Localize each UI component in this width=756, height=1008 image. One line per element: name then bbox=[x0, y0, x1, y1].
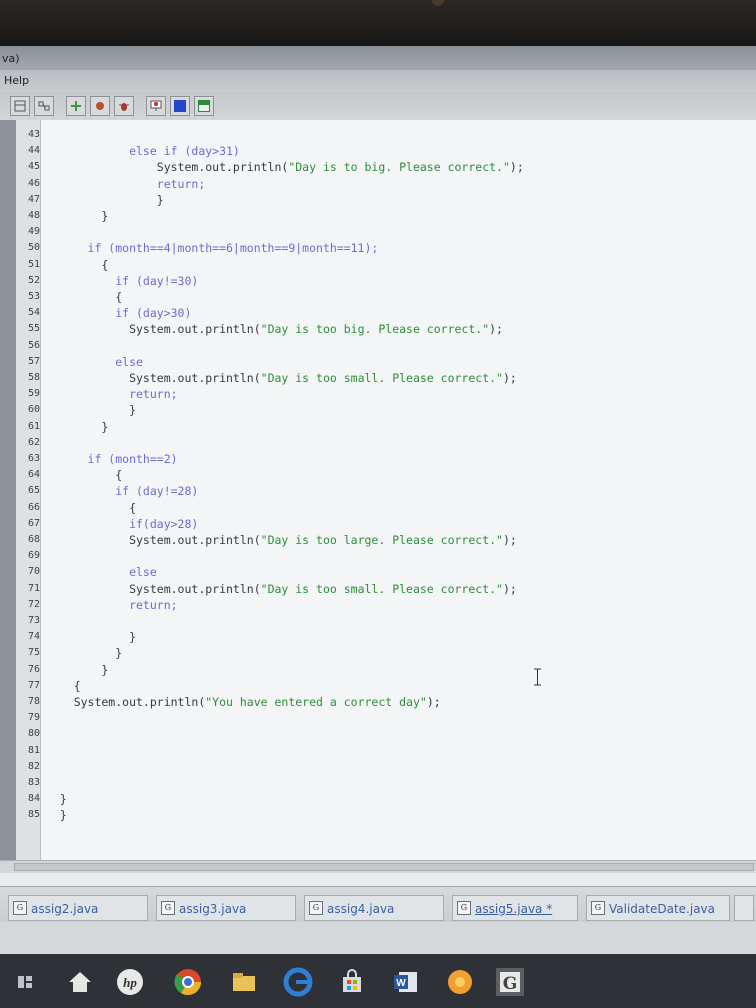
code-line: } bbox=[46, 419, 109, 434]
tab-label: assig4.java bbox=[327, 902, 395, 916]
menu-bar: Help bbox=[0, 70, 756, 92]
code-line: else bbox=[46, 354, 143, 369]
code-line: { bbox=[46, 468, 123, 483]
text-cursor-icon bbox=[534, 668, 541, 686]
toolbar bbox=[0, 92, 756, 121]
add-button[interactable] bbox=[66, 96, 86, 116]
code-line: else bbox=[46, 565, 157, 580]
blue-square-icon bbox=[174, 100, 186, 112]
panel-button[interactable] bbox=[194, 96, 214, 116]
edge-icon[interactable] bbox=[282, 966, 314, 998]
code-line: { bbox=[46, 500, 137, 515]
code-editor[interactable]: 43 44 45 46 47 48 49 50 51 52 53 54 55 56 57 58 59 60 61 62… bbox=[0, 120, 756, 860]
code-line: return; bbox=[46, 387, 178, 402]
code-line: } bbox=[46, 209, 109, 223]
greenfoot-class-icon: G bbox=[161, 901, 175, 915]
scrollbar-thumb[interactable] bbox=[14, 863, 754, 871]
code-line: System.out.println("Day is too big. Plea… bbox=[46, 322, 503, 337]
code-line: if (day!=30) bbox=[46, 273, 199, 288]
code-line: System.out.println("Day is too small. Pl… bbox=[46, 581, 517, 596]
tab-label: assig2.java bbox=[31, 902, 99, 916]
editor-tab[interactable]: Gassig2.java bbox=[8, 895, 148, 921]
task-view-icon[interactable] bbox=[10, 966, 42, 998]
code-line: else if (day>31) bbox=[46, 144, 240, 159]
window-title: va) bbox=[2, 52, 20, 65]
file-explorer-icon[interactable] bbox=[228, 966, 260, 998]
debug-button[interactable] bbox=[114, 96, 134, 116]
greenfoot-class-icon: G bbox=[309, 901, 323, 915]
svg-text:hp: hp bbox=[123, 975, 137, 990]
code-line: } bbox=[46, 403, 137, 418]
code-text-area[interactable]: else if (day>31) System.out.println("Day… bbox=[42, 120, 756, 860]
code-line: } bbox=[46, 630, 137, 645]
code-line: System.out.println("Day is to big. Pleas… bbox=[46, 160, 524, 175]
greenfoot-class-icon: G bbox=[457, 901, 471, 915]
code-line: if (month==2) bbox=[46, 452, 178, 466]
step-button[interactable] bbox=[90, 96, 110, 116]
window-titlebar: va) bbox=[0, 46, 756, 70]
webcam-light bbox=[432, 0, 444, 6]
add-icon bbox=[71, 101, 81, 111]
code-line: if(day>28) bbox=[46, 516, 199, 531]
screen: va) Help 434445464748495051525 bbox=[0, 46, 756, 1008]
presentation-icon bbox=[150, 100, 162, 111]
editor-tab[interactable]: G ValidateDate.java bbox=[586, 895, 730, 921]
line-number-gutter: 43 44 45 46 47 48 49 50 51 52 53 54 55 56 57 58 59 60 61 62… bbox=[16, 120, 41, 860]
code-line: { bbox=[46, 290, 123, 304]
greenfoot-class-icon: G bbox=[591, 901, 605, 915]
orange-app-icon[interactable] bbox=[444, 966, 476, 998]
code-line: return; bbox=[46, 597, 178, 612]
class-diagram-button[interactable] bbox=[10, 96, 30, 116]
uml-icon bbox=[38, 101, 50, 111]
code-line: } bbox=[46, 792, 67, 807]
step-icon bbox=[96, 102, 104, 110]
code-line: { bbox=[46, 678, 81, 693]
uml-button[interactable] bbox=[34, 96, 54, 116]
green-panel-icon bbox=[198, 100, 210, 112]
editor-tab[interactable]: Gassig3.java bbox=[156, 895, 296, 921]
code-line: { bbox=[46, 257, 109, 272]
tab-label: ValidateDate.java bbox=[609, 902, 715, 916]
blue-square-button[interactable] bbox=[170, 96, 190, 116]
editor-left-strip bbox=[0, 120, 16, 860]
code-line: return; bbox=[46, 176, 206, 191]
greenfoot-class-icon: G bbox=[13, 901, 27, 915]
editor-tab[interactable]: Gassig4.java bbox=[304, 895, 444, 921]
menu-help[interactable]: Help bbox=[4, 74, 29, 87]
status-area bbox=[0, 922, 756, 956]
code-line: } bbox=[46, 662, 109, 677]
bug-icon bbox=[119, 103, 129, 111]
code-line: if (month==4|month==6|month==9|month==11… bbox=[46, 241, 379, 256]
svg-text:G: G bbox=[503, 974, 518, 994]
code-line: System.out.println("You have entered a c… bbox=[46, 695, 441, 709]
presentation-button[interactable] bbox=[146, 96, 166, 116]
store-icon[interactable] bbox=[336, 966, 368, 998]
tab-label: assig3.java bbox=[179, 902, 247, 916]
tab-label: assig5.java * bbox=[475, 902, 553, 916]
word-icon[interactable]: W bbox=[390, 966, 422, 998]
laptop-bezel bbox=[0, 0, 756, 52]
code-line: System.out.println("Day is too small. Pl… bbox=[46, 371, 517, 385]
tab-overflow-button[interactable] bbox=[734, 895, 754, 921]
code-line: if (day>30) bbox=[46, 306, 192, 321]
code-line: } bbox=[46, 646, 123, 661]
editor-tab[interactable]: Gassig5.java * bbox=[452, 895, 578, 921]
svg-text:W: W bbox=[396, 978, 406, 989]
class-diagram-icon bbox=[14, 100, 26, 112]
greenfoot-icon[interactable]: G bbox=[494, 966, 526, 998]
windows-taskbar: hp W G bbox=[0, 954, 756, 1008]
horizontal-scrollbar[interactable] bbox=[0, 860, 756, 873]
code-line: } bbox=[46, 192, 164, 207]
hp-icon[interactable]: hp bbox=[114, 966, 146, 998]
home-icon[interactable] bbox=[64, 966, 96, 998]
code-line: if (day!=28) bbox=[46, 484, 199, 499]
code-line: System.out.println("Day is too large. Pl… bbox=[46, 533, 517, 547]
editor-tab-bar: Gassig2.java Gassig3.java Gassig4.java Gass… bbox=[0, 886, 756, 923]
chrome-icon[interactable] bbox=[172, 966, 204, 998]
code-line: } bbox=[46, 808, 67, 823]
